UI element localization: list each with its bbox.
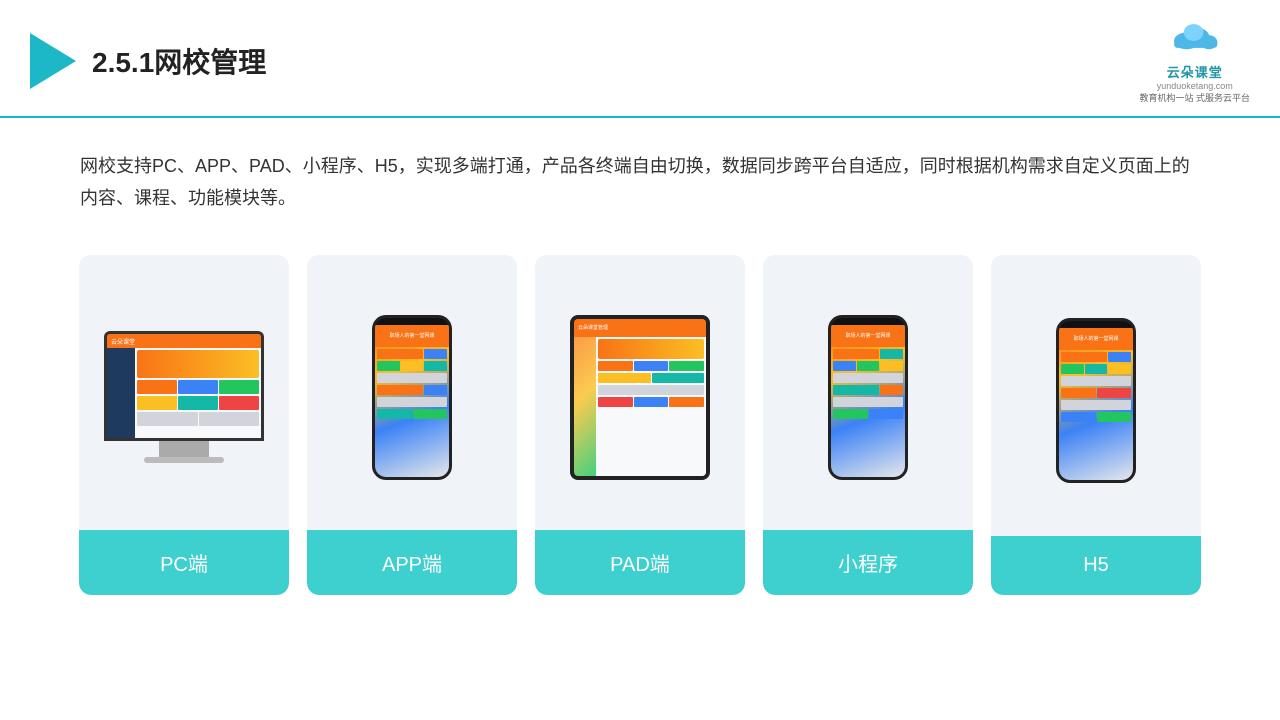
card-pc: 云朵课堂 xyxy=(79,255,289,595)
pc-monitor: 云朵课堂 xyxy=(104,331,264,441)
tablet-mockup: 云朵课堂管理 xyxy=(570,315,710,480)
card-app-label: APP端 xyxy=(307,530,517,595)
card-h5: 职场人的第一堂网课 xyxy=(991,255,1201,595)
cloud-logo: 云朵课堂 yunduoketang.com 教育机构一站 式服务云平台 xyxy=(1139,18,1250,104)
cloud-icon xyxy=(1167,18,1223,54)
card-pad-image: 云朵课堂管理 xyxy=(535,255,745,530)
card-pc-label: PC端 xyxy=(79,530,289,595)
card-app: 职场人的第一堂网课 xyxy=(307,255,517,595)
brand-triangle-icon xyxy=(30,33,76,89)
phone-mockup-app: 职场人的第一堂网课 xyxy=(372,315,452,480)
description-paragraph: 网校支持PC、APP、PAD、小程序、H5，实现多端打通，产品各终端自由切换，数… xyxy=(80,150,1200,215)
page-header: 2.5.1网校管理 云朵课堂 yunduoketang.com 教育机构一站 式… xyxy=(0,0,1280,118)
phone-mockup-miniapp: 职场人的第一堂网课 xyxy=(828,315,908,480)
card-h5-label: H5 xyxy=(991,536,1201,595)
logo-url: yunduoketang.com xyxy=(1139,81,1250,91)
description-text: 网校支持PC、APP、PAD、小程序、H5，实现多端打通，产品各终端自由切换，数… xyxy=(0,118,1280,235)
card-app-image: 职场人的第一堂网课 xyxy=(307,255,517,530)
logo-name: 云朵课堂 xyxy=(1139,62,1250,81)
card-miniapp-label: 小程序 xyxy=(763,530,973,595)
logo-tag: 教育机构一站 式服务云平台 xyxy=(1139,91,1250,104)
card-pad-label: PAD端 xyxy=(535,530,745,595)
page-title: 2.5.1网校管理 xyxy=(92,41,266,81)
card-h5-image: 职场人的第一堂网课 xyxy=(991,255,1201,536)
pc-mockup: 云朵课堂 xyxy=(104,331,264,463)
card-miniapp: 职场人的第一堂网课 xyxy=(763,255,973,595)
header-left: 2.5.1网校管理 xyxy=(30,33,266,89)
card-pc-image: 云朵课堂 xyxy=(79,255,289,530)
platform-cards: 云朵课堂 xyxy=(0,235,1280,625)
phone-mockup-h5: 职场人的第一堂网课 xyxy=(1056,318,1136,483)
card-miniapp-image: 职场人的第一堂网课 xyxy=(763,255,973,530)
card-pad: 云朵课堂管理 xyxy=(535,255,745,595)
